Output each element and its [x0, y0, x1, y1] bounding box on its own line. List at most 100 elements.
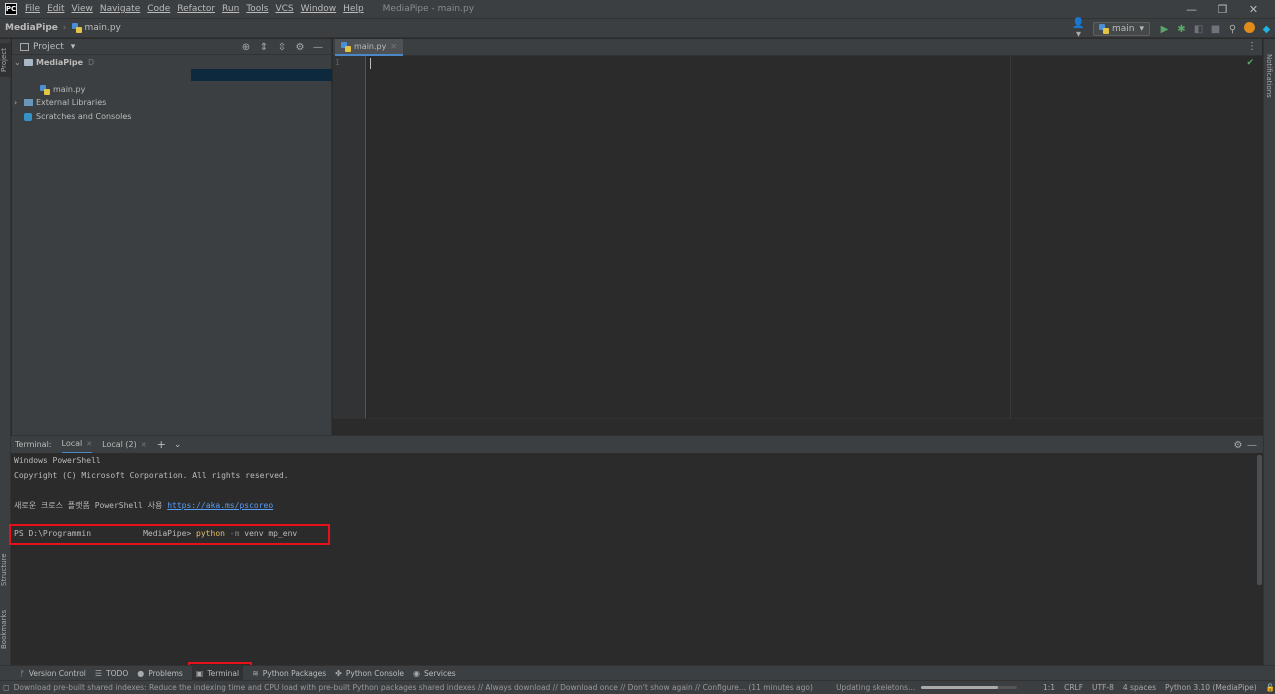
tool-services[interactable]: ◉ Services [413, 669, 456, 678]
menu-help[interactable]: Help [343, 4, 364, 14]
todo-icon: ☰ [94, 668, 103, 678]
command-highlight-box [9, 524, 330, 545]
update-icon[interactable] [1241, 22, 1258, 36]
project-tool-tab[interactable]: Project [0, 43, 11, 77]
collapse-all-icon[interactable]: ⇳ [273, 42, 291, 53]
progress-label[interactable]: Updating skeletons... [836, 683, 915, 692]
tree-root-mediapipe[interactable]: ⌄ MediaPipe D [14, 56, 94, 69]
run-config-label: main [1111, 24, 1135, 34]
close-icon[interactable]: ✕ [141, 441, 147, 449]
user-icon[interactable]: 👤▾ [1070, 18, 1087, 40]
python-file-icon [71, 23, 82, 33]
terminal-line: Windows PowerShell [14, 456, 101, 465]
chevron-down-icon[interactable]: ⌄ [174, 440, 182, 450]
menu-tools[interactable]: Tools [246, 4, 268, 14]
caret-position[interactable]: 1:1 [1043, 683, 1055, 692]
terminal-tab-local-2[interactable]: Local (2) ✕ [102, 440, 146, 449]
structure-tool-tab[interactable]: Structure [0, 549, 11, 591]
progress-fill [921, 686, 998, 689]
code-editor[interactable]: 1 ✔ [333, 56, 1262, 418]
run-icon[interactable]: ▶ [1156, 24, 1173, 35]
gear-icon[interactable]: ⚙ [1231, 440, 1245, 451]
close-button[interactable]: ✕ [1238, 3, 1269, 16]
tree-root-label: MediaPipe [36, 58, 84, 67]
menu-view[interactable]: View [72, 4, 93, 14]
chevron-right-icon[interactable]: › [14, 98, 24, 107]
tree-item-scratches[interactable]: Scratches and Consoles [24, 110, 131, 123]
lock-icon[interactable]: 🔓 [1266, 683, 1275, 692]
gear-icon[interactable]: ⚙ [291, 42, 309, 53]
tool-python-packages[interactable]: ≋ Python Packages [252, 669, 326, 678]
terminal-header: Terminal: Local ✕ Local (2) ✕ + ⌄ ⚙ — [11, 435, 1263, 454]
menu-navigate[interactable]: Navigate [100, 4, 140, 14]
powershell-link[interactable]: https://aka.ms/pscoreo [167, 501, 273, 510]
indent-setting[interactable]: 4 spaces [1123, 683, 1156, 692]
minimize-button[interactable]: — [1176, 3, 1207, 16]
breadcrumb-file[interactable]: main.py [85, 23, 121, 33]
tool-label: Services [424, 668, 456, 678]
status-message[interactable]: Download pre-built shared indexes: Reduc… [14, 683, 818, 692]
editor-bottom-area [333, 418, 1262, 435]
restore-button[interactable]: ❐ [1207, 3, 1238, 16]
services-icon: ◉ [413, 668, 420, 678]
tool-terminal[interactable]: ▣ Terminal [191, 665, 244, 681]
menu-refactor[interactable]: Refactor [177, 4, 215, 14]
chevron-down-icon: ▾ [1139, 24, 1144, 34]
pycharm-logo-icon: PC [5, 3, 17, 15]
folder-icon [24, 59, 33, 66]
menu-run[interactable]: Run [222, 4, 239, 14]
hide-icon[interactable]: — [309, 42, 327, 53]
menu-vcs[interactable]: VCS [275, 4, 293, 14]
terminal-tab-local[interactable]: Local ✕ [61, 436, 93, 454]
tool-python-console[interactable]: ✤ Python Console [335, 669, 404, 678]
left-tool-strip: Project Structure Bookmarks [0, 39, 11, 665]
progress-bar[interactable] [921, 686, 1017, 689]
terminal-output[interactable]: Windows PowerShell Copyright (C) Microso… [11, 453, 1263, 665]
breadcrumb-project[interactable]: MediaPipe [5, 23, 58, 33]
tree-root-path: D [88, 58, 95, 67]
menu-window[interactable]: Window [301, 4, 337, 14]
terminal-title: Terminal: [15, 440, 52, 449]
menu-file[interactable]: File [25, 4, 40, 14]
debug-icon[interactable]: ✱ [1173, 24, 1190, 35]
file-encoding[interactable]: UTF-8 [1092, 683, 1114, 692]
new-tab-icon[interactable]: + [157, 438, 166, 451]
chevron-down-icon[interactable]: ▾ [71, 42, 76, 52]
menu-code[interactable]: Code [147, 4, 170, 14]
project-panel: Project ▾ ⊕ ⇕ ⇳ ⚙ — ⌄ MediaPipe D main.p… [12, 39, 332, 435]
breadcrumb-separator: › [62, 23, 67, 33]
tab-main-py[interactable]: main.py ✕ [335, 39, 404, 56]
search-icon[interactable]: ⚲ [1224, 24, 1241, 35]
stop-icon[interactable]: ■ [1207, 24, 1224, 35]
more-options-icon[interactable]: ⋮ [1247, 41, 1257, 52]
hide-icon[interactable]: — [1245, 440, 1259, 451]
interpreter-selector[interactable]: Python 3.10 (MediaPipe) [1165, 683, 1257, 692]
tool-todo[interactable]: ☰ TODO [95, 669, 128, 678]
tool-label: Version Control [28, 668, 86, 678]
bookmarks-tool-tab[interactable]: Bookmarks [0, 605, 11, 653]
terminal-scrollbar[interactable] [1257, 455, 1262, 585]
menu-edit[interactable]: Edit [47, 4, 64, 14]
chevron-down-icon[interactable]: ⌄ [14, 58, 24, 67]
tool-label: Terminal [207, 668, 240, 678]
tree-item-external-libraries[interactable]: › External Libraries [14, 96, 106, 109]
scratch-icon [24, 112, 32, 121]
line-separator[interactable]: CRLF [1064, 683, 1083, 692]
jetbrains-icon[interactable]: ◆ [1258, 24, 1275, 35]
expand-all-icon[interactable]: ⇕ [255, 42, 273, 53]
tool-version-control[interactable]: ᚠ Version Control [20, 669, 86, 678]
tool-label: Problems [148, 668, 183, 678]
tool-windows-icon[interactable]: ◻ [3, 683, 10, 692]
terminal-tab-label: Local [61, 439, 83, 448]
run-config-selector[interactable]: main ▾ [1092, 22, 1150, 36]
title-bar: PC File Edit View Navigate Code Refactor… [0, 0, 1275, 18]
notifications-tool-tab[interactable]: Notifications [1265, 54, 1273, 98]
close-icon[interactable]: ✕ [390, 42, 397, 51]
locate-icon[interactable]: ⊕ [237, 42, 255, 53]
window-title: MediaPipe - main.py [382, 4, 475, 14]
tree-item-main-py[interactable]: main.py [40, 83, 85, 96]
coverage-icon[interactable]: ◧ [1190, 24, 1207, 35]
tool-problems[interactable]: ● Problems [137, 669, 183, 678]
project-panel-title[interactable]: Project [33, 42, 64, 52]
close-icon[interactable]: ✕ [86, 440, 92, 448]
